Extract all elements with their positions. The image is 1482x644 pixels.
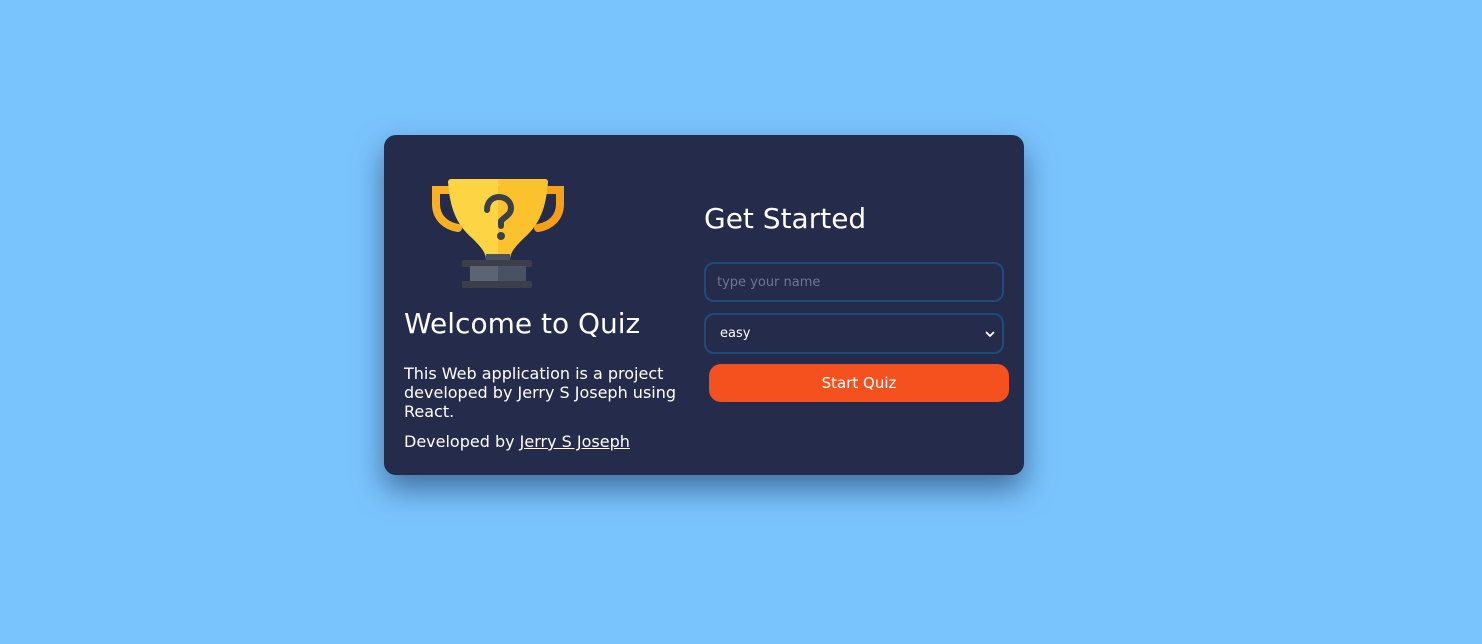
developer-link[interactable]: Jerry S Joseph <box>520 432 630 451</box>
welcome-title: Welcome to Quiz <box>404 307 641 340</box>
trophy-icon <box>432 179 564 288</box>
credit-prefix: Developed by <box>404 432 515 451</box>
name-input[interactable] <box>704 262 1004 302</box>
start-quiz-button[interactable]: Start Quiz <box>709 364 1009 402</box>
welcome-card: Welcome to Quiz This Web application is … <box>384 135 1024 475</box>
chevron-down-icon <box>985 331 995 337</box>
app-description: This Web application is a project develo… <box>404 364 677 421</box>
get-started-title: Get Started <box>704 202 867 235</box>
welcome-panel: Welcome to Quiz This Web application is … <box>404 135 694 475</box>
difficulty-select[interactable]: easy <box>704 313 1004 354</box>
developer-credit: Developed by Jerry S Joseph <box>404 432 630 451</box>
difficulty-selected-value: easy <box>720 326 751 341</box>
